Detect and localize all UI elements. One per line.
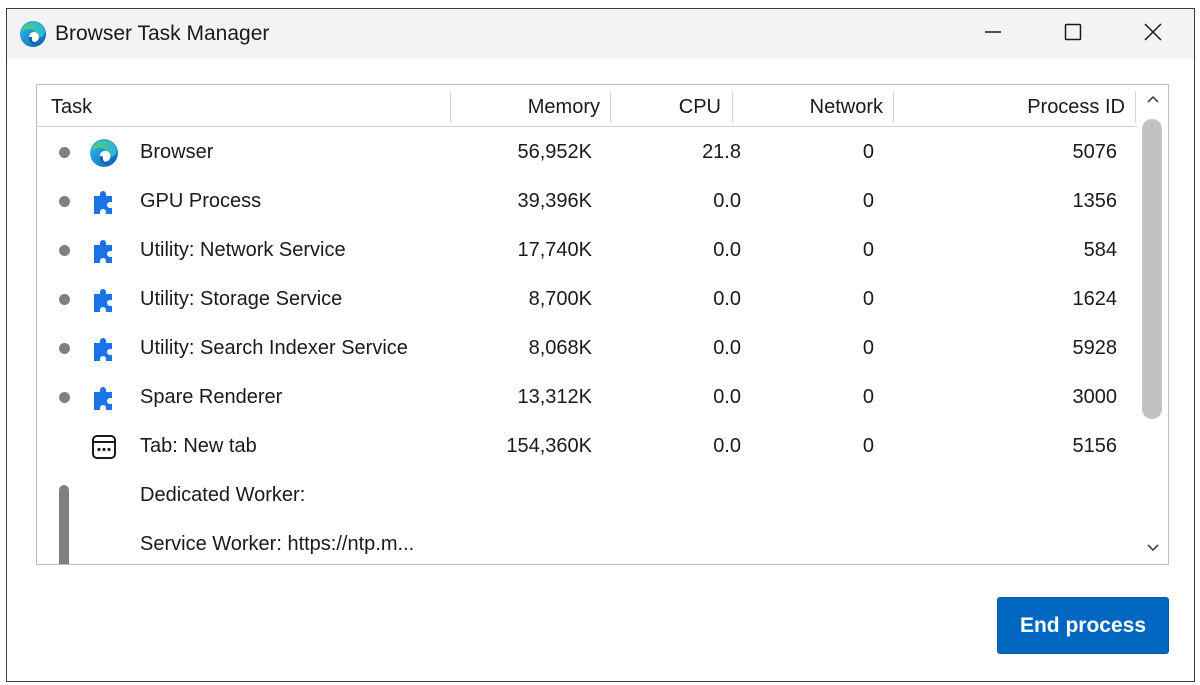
process-id-value: 5928 — [1072, 337, 1118, 359]
cpu-value: 21.8 — [702, 141, 741, 163]
cpu-value: 0.0 — [713, 386, 741, 408]
network-value: 0 — [862, 435, 874, 457]
maximize-button[interactable] — [1033, 9, 1113, 59]
task-manager-window: Browser Task Manager Task Memory CPU Net… — [6, 8, 1195, 682]
scroll-down-button[interactable] — [1138, 534, 1168, 564]
puzzle-piece-icon — [89, 334, 119, 364]
header-memory[interactable]: Memory — [451, 85, 600, 127]
table-row[interactable]: Utility: Storage Service 8,700K 0.0 0 16… — [37, 275, 1137, 324]
column-divider[interactable] — [1135, 91, 1136, 123]
table-row[interactable]: GPU Process 39,396K 0.0 0 1356 — [37, 177, 1137, 226]
title-bar[interactable]: Browser Task Manager — [7, 9, 1194, 59]
header-process-id[interactable]: Process ID — [894, 85, 1125, 127]
network-value: 0 — [862, 288, 874, 310]
status-dot — [59, 245, 70, 256]
process-id-value: 5156 — [1072, 435, 1118, 457]
memory-value: 8,068K — [528, 337, 592, 359]
memory-value: 17,740K — [517, 239, 592, 261]
table-row[interactable]: Tab: New tab 154,360K 0.0 0 5156 — [37, 422, 1137, 471]
task-table[interactable]: Task Memory CPU Network Process ID Brows… — [36, 84, 1169, 565]
network-value: 0 — [862, 337, 874, 359]
close-button[interactable] — [1113, 9, 1193, 59]
cpu-value: 0.0 — [713, 288, 741, 310]
header-cpu[interactable]: CPU — [611, 85, 721, 127]
edge-logo-icon — [19, 20, 47, 48]
status-dot — [59, 294, 70, 305]
memory-value: 39,396K — [517, 190, 592, 212]
header-task[interactable]: Task — [51, 85, 92, 127]
task-name: Dedicated Worker: — [140, 484, 306, 506]
table-header: Task Memory CPU Network Process ID — [37, 85, 1137, 127]
scroll-thumb[interactable] — [1142, 119, 1162, 419]
chevron-down-icon — [1146, 540, 1160, 558]
table-row[interactable]: Service Worker: https://ntp.m... — [37, 520, 1137, 564]
task-name: Utility: Search Indexer Service — [140, 337, 408, 359]
network-value: 0 — [862, 386, 874, 408]
network-value: 0 — [862, 239, 874, 261]
end-process-button[interactable]: End process — [997, 597, 1169, 654]
cpu-value: 0.0 — [713, 239, 741, 261]
cpu-value: 0.0 — [713, 190, 741, 212]
process-id-value: 584 — [1083, 239, 1117, 261]
task-name: Service Worker: https://ntp.m... — [140, 533, 415, 555]
minimize-icon — [983, 22, 1003, 47]
tab-icon — [89, 432, 119, 462]
table-row[interactable]: Utility: Network Service 17,740K 0.0 0 5… — [37, 226, 1137, 275]
chevron-up-icon — [1146, 91, 1160, 109]
task-name: Utility: Storage Service — [140, 288, 343, 310]
memory-value: 154,360K — [506, 435, 592, 457]
memory-value: 56,952K — [517, 141, 592, 163]
close-icon — [1143, 22, 1163, 47]
task-name: GPU Process — [140, 190, 262, 212]
table-row[interactable]: Dedicated Worker: — [37, 471, 1137, 520]
process-id-value: 1356 — [1072, 190, 1118, 212]
table-body: Browser 56,952K 21.8 0 5076 GPU Process … — [37, 128, 1137, 564]
table-row[interactable]: Utility: Search Indexer Service 8,068K 0… — [37, 324, 1137, 373]
task-name: Spare Renderer — [140, 386, 283, 408]
puzzle-piece-icon — [89, 187, 119, 217]
process-id-value: 3000 — [1072, 386, 1118, 408]
edge-logo-icon — [89, 138, 119, 168]
task-name: Browser — [140, 141, 214, 163]
vertical-scrollbar[interactable] — [1138, 85, 1168, 564]
header-network[interactable]: Network — [733, 85, 883, 127]
task-name: Utility: Network Service — [140, 239, 346, 261]
table-row[interactable]: Browser 56,952K 21.8 0 5076 — [37, 128, 1137, 177]
puzzle-piece-icon — [89, 383, 119, 413]
table-row[interactable]: Spare Renderer 13,312K 0.0 0 3000 — [37, 373, 1137, 422]
network-value: 0 — [862, 190, 874, 212]
network-value: 0 — [862, 141, 874, 163]
cpu-value: 0.0 — [713, 337, 741, 359]
scroll-up-button[interactable] — [1138, 85, 1168, 115]
memory-value: 8,700K — [528, 288, 592, 310]
status-dot — [59, 343, 70, 354]
puzzle-piece-icon — [89, 285, 119, 315]
minimize-button[interactable] — [953, 9, 1033, 59]
cpu-value: 0.0 — [713, 435, 741, 457]
process-id-value: 1624 — [1072, 288, 1118, 310]
status-dot — [59, 196, 70, 207]
process-id-value: 5076 — [1072, 141, 1118, 163]
maximize-icon — [1063, 22, 1083, 47]
task-name: Tab: New tab — [140, 435, 257, 457]
status-dot — [59, 147, 70, 158]
puzzle-piece-icon — [89, 236, 119, 266]
status-dot — [59, 392, 70, 403]
window-title: Browser Task Manager — [55, 22, 270, 45]
memory-value: 13,312K — [517, 386, 592, 408]
